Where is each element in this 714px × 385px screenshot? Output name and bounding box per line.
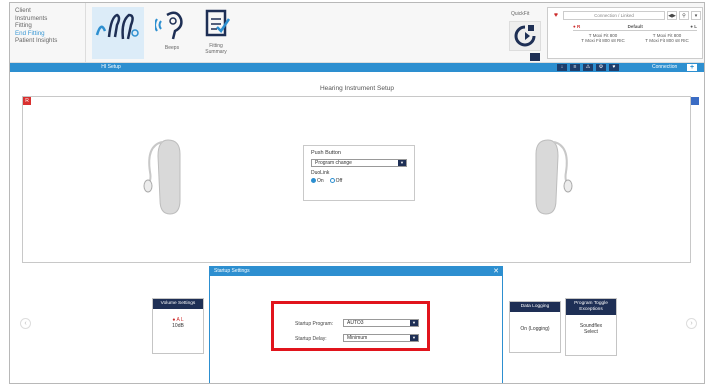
nav-item-client[interactable]: Client xyxy=(15,7,85,15)
left-ear-marker[interactable] xyxy=(691,97,699,105)
data-logging-card[interactable]: Data Logging On (Logging) xyxy=(509,301,561,353)
blue-tab-bar: HI Setup ↓ ≡ ⚠ ⚙ ♥ Connection + xyxy=(10,63,704,72)
tab-hi-setup[interactable]: HI Setup xyxy=(92,63,130,72)
download-icon[interactable]: ↓ xyxy=(557,64,567,71)
hi-right-info: T Moxi Fit 800 T Moxi Fit 800 s8 RIC xyxy=(573,33,633,43)
volume-value: 10dB xyxy=(172,323,184,329)
prev-arrow-button[interactable]: ‹ xyxy=(20,318,31,329)
right-ear-marker[interactable]: R xyxy=(23,97,31,105)
data-logging-title: Data Logging xyxy=(510,302,560,312)
hearing-aid-right-image xyxy=(143,139,181,215)
hi-left-info: T Moxi Fit 800 T Moxi Fit 800 s8 RIC xyxy=(637,33,697,43)
startup-settings-header: Startup Settings ✕ xyxy=(210,267,502,276)
volume-settings-title: Volume Settings xyxy=(153,299,203,309)
annotation-highlight-box xyxy=(271,301,430,351)
connection-row: ♥ Connection / Linked ◀▶ ⚲ ▾ xyxy=(551,10,701,20)
top-toolbar: Client Instruments Fitting End Fitting P… xyxy=(10,3,704,63)
quickfit-label: QuickFit xyxy=(511,11,530,17)
nav-divider xyxy=(85,3,86,63)
duolink-label: DuoLink xyxy=(311,170,330,176)
fitting-summary-label-2: Summary xyxy=(205,49,227,55)
app-window: Client Instruments Fitting End Fitting P… xyxy=(9,2,705,384)
hi-program-name: Default xyxy=(627,24,643,29)
hi-summary-header: ● R Default ● L xyxy=(573,24,697,31)
close-icon[interactable]: ✕ xyxy=(493,267,499,276)
next-arrow-button[interactable]: › xyxy=(686,318,697,329)
program-toggle-value-2: Select xyxy=(584,329,598,335)
hi-summary-cols: T Moxi Fit 800 T Moxi Fit 800 s8 RIC T M… xyxy=(573,33,697,43)
quickfit-dropdown[interactable] xyxy=(530,53,540,61)
connection-label[interactable]: Connection xyxy=(652,63,677,72)
hearing-instrument-summary: ● R Default ● L T Moxi Fit 800 T Moxi Fi… xyxy=(573,24,697,43)
push-button-selected-value: Program change xyxy=(315,160,352,166)
beeps-label: Beeps xyxy=(164,45,180,51)
beeps-icon xyxy=(154,11,183,40)
push-button-panel: Push Button Program change ▼ DuoLink On … xyxy=(303,145,415,201)
connection-panel: ♥ Connection / Linked ◀▶ ⚲ ▾ ● R Default… xyxy=(547,7,703,59)
program-toggle-title-2: Exceptions xyxy=(579,307,603,312)
program-toggle-exceptions-card[interactable]: Program Toggle Exceptions Soundflex Sele… xyxy=(565,298,617,356)
warning-icon[interactable]: ⚠ xyxy=(583,64,593,71)
hearing-aid-left-image xyxy=(535,139,573,215)
duolink-radio-group: On Off xyxy=(311,178,407,184)
hi-setup-icon xyxy=(95,13,139,40)
volume-settings-card[interactable]: Volume Settings ● A L 10dB xyxy=(152,298,204,354)
hi-right-marker: ● R xyxy=(573,24,581,29)
add-button[interactable]: + xyxy=(687,64,697,71)
nav-item-fitting[interactable]: Fitting xyxy=(15,22,85,30)
hi-right-variant: T Moxi Fit 800 s8 RIC xyxy=(581,38,625,43)
hi-left-marker: ● L xyxy=(690,24,697,29)
duolink-on-radio[interactable]: On xyxy=(311,178,324,184)
connection-dropdown-icon[interactable]: ▾ xyxy=(691,10,701,20)
beeps-tool[interactable]: Beeps xyxy=(152,7,192,59)
data-logging-value: On (Logging) xyxy=(520,326,550,332)
fitting-summary-tool[interactable]: Fitting Summary xyxy=(196,7,236,59)
quickfit-icon xyxy=(514,25,536,47)
chevron-down-icon: ▼ xyxy=(398,160,406,166)
connection-status[interactable]: Connection / Linked xyxy=(563,10,665,20)
nav-item-patient-insights[interactable]: Patient Insights xyxy=(15,37,85,45)
hi-setup-tool[interactable] xyxy=(92,7,144,59)
heart-status-icon[interactable]: ♥ xyxy=(609,64,619,71)
person-icon[interactable]: ⚲ xyxy=(679,10,689,20)
startup-settings-title: Startup Settings xyxy=(214,268,250,274)
left-navigation: Client Instruments Fitting End Fitting P… xyxy=(15,3,86,63)
push-button-select[interactable]: Program change ▼ xyxy=(311,159,407,167)
settings-icon[interactable]: ⚙ xyxy=(596,64,606,71)
nav-item-end-fitting[interactable]: End Fitting xyxy=(15,30,85,38)
page-title: Hearing Instrument Setup xyxy=(319,85,395,92)
duolink-off-radio[interactable]: Off xyxy=(329,178,342,184)
bluebar-icons: ↓ ≡ ⚠ ⚙ ♥ xyxy=(557,64,619,71)
hi-left-variant: T Moxi Fit 800 s8 RIC xyxy=(645,38,689,43)
heart-icon: ♥ xyxy=(553,11,559,19)
nav-item-instruments[interactable]: Instruments xyxy=(15,15,85,23)
connection-arrows-button[interactable]: ◀▶ xyxy=(667,10,677,20)
menu-icon[interactable]: ≡ xyxy=(570,64,580,71)
fitting-summary-icon xyxy=(205,9,231,37)
push-button-title: Push Button xyxy=(311,150,341,156)
quickfit-button[interactable] xyxy=(509,21,541,51)
